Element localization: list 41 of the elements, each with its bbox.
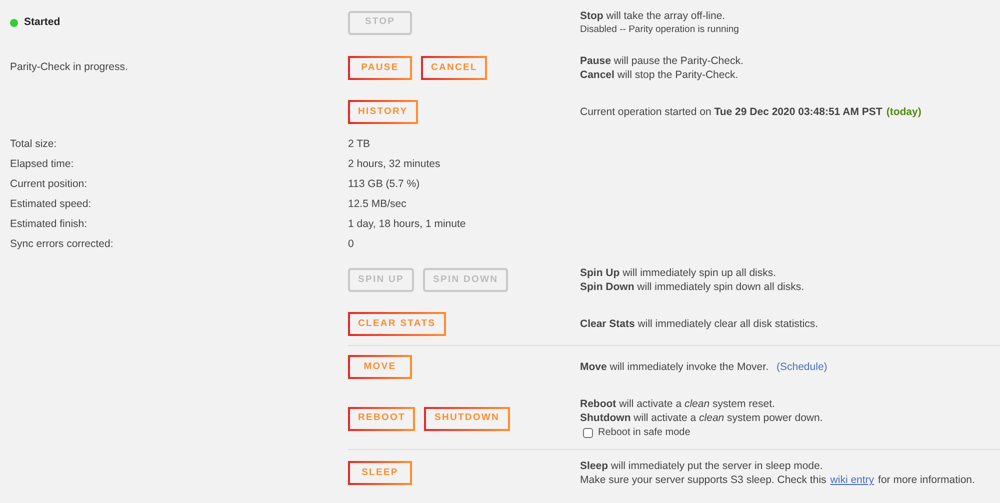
description-text: Sleep will immediately put the server in sleep mode. <box>580 459 823 473</box>
stat-label: Sync errors corrected: <box>9 237 114 252</box>
stat-label: Current position: <box>9 177 88 192</box>
action-button[interactable]: HISTORY <box>348 100 418 124</box>
stat-value: 2 hours, 32 minutes <box>348 157 442 172</box>
stat-value: 0 <box>348 237 355 252</box>
action-button[interactable]: SHUTDOWN <box>424 406 510 430</box>
stat-label: Estimated finish: <box>9 217 88 232</box>
description-text: Spin Down will immediately spin down all disks. <box>580 280 804 294</box>
description-text: Pause will pause the Parity-Check. <box>580 54 744 68</box>
description-text: Cancel will stop the Parity-Check. <box>580 68 738 82</box>
status-label: Started <box>24 14 60 30</box>
action-button[interactable]: PAUSE <box>348 56 412 80</box>
stat-label: Total size: <box>9 137 58 152</box>
description-text: Shutdown will activate a clean system power down. <box>580 411 823 425</box>
today-label: (today) <box>886 105 922 119</box>
description-text: Reboot will activate a clean system reset. <box>580 397 775 411</box>
description-text: Current operation started on Tue 29 Dec 2020 03:48:51 AM PST <box>580 105 882 119</box>
checkbox[interactable] <box>583 428 593 438</box>
description-text: Stop will take the array off-line. <box>580 9 726 23</box>
action-button[interactable]: CLEAR STATS <box>348 312 446 336</box>
checkbox-label: Reboot in safe mode <box>598 426 690 440</box>
link[interactable]: wiki entry <box>830 473 874 487</box>
link[interactable]: (Schedule) <box>776 360 828 374</box>
stat-label: Estimated speed: <box>9 197 92 212</box>
action-button[interactable]: REBOOT <box>348 406 416 430</box>
description-text: Make sure your server supports S3 sleep. Check this <box>580 473 826 487</box>
action-button[interactable]: CANCEL <box>421 56 488 80</box>
status-text: Parity-Check in progress. <box>10 60 128 76</box>
note-text: Disabled -- Parity operation is running <box>580 23 740 36</box>
action-button[interactable]: SLEEP <box>348 461 412 485</box>
stat-label: Elapsed time: <box>9 157 75 172</box>
action-button[interactable]: MOVE <box>348 355 412 379</box>
description-text: Clear Stats will immediately clear all disk statistics. <box>580 317 818 331</box>
description-text: Move will immediately invoke the Mover. <box>580 360 768 374</box>
description-text: Spin Up will immediately spin up all disks. <box>580 266 776 280</box>
stat-value: 2 TB <box>348 137 371 152</box>
stat-value: 113 GB (5.7 %) <box>348 177 421 192</box>
description-text: for more information. <box>878 473 975 487</box>
stat-value: 12.5 MB/sec <box>348 197 408 212</box>
stat-value: 1 day, 18 hours, 1 minute <box>348 217 467 232</box>
